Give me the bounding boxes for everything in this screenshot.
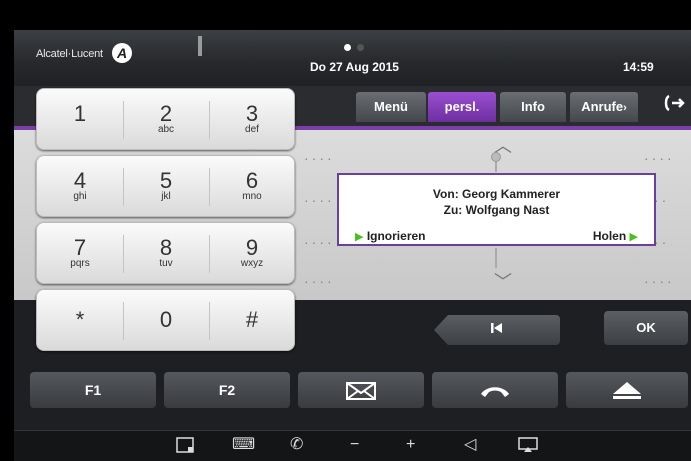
key-letters: abc — [157, 124, 175, 135]
key-6[interactable]: 6 mno — [209, 156, 295, 218]
key-4[interactable]: 4 ghi — [37, 156, 123, 218]
f1-label: F1 — [84, 382, 102, 398]
key-7[interactable]: 7 pqrs — [37, 223, 123, 285]
key-digit: 6 — [245, 168, 259, 193]
caller-to: Zu: Wolfgang Nast — [443, 203, 550, 217]
volume-down-icon[interactable]: − — [350, 437, 359, 453]
f1-button[interactable]: F1 — [30, 372, 156, 408]
play-icon: ▶ — [355, 231, 364, 243]
date-display: Do 27 Aug 2015 — [310, 60, 399, 74]
speaker-icon[interactable]: ◁ — [464, 437, 476, 453]
key-letters: jkl — [161, 191, 171, 202]
ignore-label: Ignorieren — [366, 229, 426, 243]
key-digit: 1 — [73, 101, 87, 126]
time-display: 14:59 — [623, 60, 654, 74]
status-header: Alcatel·Lucent A Do 27 Aug 2015 14:59 — [14, 30, 691, 86]
page-dot — [357, 44, 364, 51]
empty-slot-dots: ···· — [304, 192, 335, 208]
empty-slot-dots: ·· — [654, 192, 670, 208]
tab-info[interactable]: Info — [500, 92, 566, 122]
key-hash[interactable]: # — [209, 290, 295, 352]
f2-button[interactable]: F2 — [164, 372, 290, 408]
tab-calls-label: Anrufe — [581, 99, 624, 114]
keypad-row: 7 pqrs 8 tuv 9 wxyz — [36, 222, 295, 284]
scroll-thumb[interactable] — [491, 152, 501, 162]
key-3[interactable]: 3 def — [209, 89, 295, 151]
key-letters: pqrs — [70, 258, 90, 269]
page-dot-active — [344, 44, 351, 51]
key-8[interactable]: 8 tuv — [123, 223, 209, 285]
tab-personal-label: persl. — [444, 99, 480, 114]
key-digit: 7 — [73, 235, 87, 260]
dial-pad: 1 2 abc 3 def 4 ghi 5 jkl 6 mno 7 pqrs 8 tuv 9w… — [36, 88, 295, 352]
key-letters: mno — [242, 191, 262, 202]
header-divider — [198, 36, 202, 56]
call-pickup-popup: Von: Georg Kammerer Zu: Wolfgang Nast ▶ … — [337, 173, 656, 246]
hangup-icon — [479, 382, 511, 398]
key-letters: ghi — [73, 191, 87, 202]
hangup-button[interactable] — [432, 372, 558, 408]
eject-button[interactable] — [566, 372, 688, 408]
ok-label: OK — [636, 320, 656, 335]
empty-slot-dots: ···· — [644, 273, 675, 289]
brand-logo: A — [112, 43, 132, 63]
empty-slot-dots: ···· — [304, 273, 335, 289]
key-digit: 3 — [245, 101, 259, 126]
key-2[interactable]: 2 abc — [123, 89, 209, 151]
eject-icon — [611, 382, 643, 400]
keyboard-icon[interactable]: ⌨ — [232, 437, 255, 453]
key-letters: wxyz — [240, 258, 264, 269]
tab-personal[interactable]: persl. — [428, 92, 496, 122]
key-digit: 2 — [159, 101, 173, 126]
phone-screen: Alcatel·Lucent A Do 27 Aug 2015 14:59 Me… — [0, 0, 691, 461]
handset-icon[interactable]: ✆ — [290, 437, 303, 453]
key-digit: * — [75, 307, 85, 332]
f2-label: F2 — [218, 382, 236, 398]
empty-slot-dots: ·· — [654, 234, 670, 250]
play-icon: ▶ — [629, 231, 638, 243]
volume-up-icon[interactable]: + — [406, 437, 415, 453]
key-digit: 4 — [73, 168, 87, 193]
skip-back-icon — [490, 322, 504, 337]
envelope-icon — [346, 382, 376, 401]
tab-more-icon: › — [623, 102, 627, 114]
key-1[interactable]: 1 — [37, 89, 123, 151]
key-5[interactable]: 5 jkl — [123, 156, 209, 218]
key-star[interactable]: * — [37, 290, 123, 352]
empty-slot-dots: ···· — [644, 150, 675, 166]
key-digit: 0 — [159, 307, 173, 332]
key-digit: # — [245, 307, 259, 332]
tab-menu[interactable]: Menü — [356, 92, 426, 122]
window-icon[interactable] — [176, 437, 194, 457]
key-letters: def — [245, 124, 259, 135]
keypad-row: * 0 # — [36, 289, 295, 351]
key-0[interactable]: 0 — [123, 290, 209, 352]
system-icon-bar: ⌨ ✆ − + ◁ — [14, 430, 691, 461]
pickup-button[interactable]: Holen ▶ — [593, 229, 638, 243]
tab-info-label: Info — [521, 99, 545, 114]
page-indicator — [344, 38, 370, 56]
tab-menu-label: Menü — [374, 99, 408, 114]
key-digit: 9 — [245, 235, 259, 260]
keypad-row: 4 ghi 5 jkl 6 mno — [36, 155, 295, 217]
empty-slot-dots: ···· — [304, 234, 335, 250]
display-icon[interactable] — [518, 437, 538, 457]
key-digit: 8 — [159, 235, 173, 260]
key-letters: tuv — [159, 258, 173, 269]
messages-button[interactable] — [298, 372, 424, 408]
key-digit: 5 — [159, 168, 173, 193]
empty-slot-dots: ···· — [304, 150, 335, 166]
tab-calls[interactable]: Anrufe› — [570, 92, 638, 122]
scroll-down-icon[interactable]: ﹀ — [494, 268, 512, 294]
ok-button[interactable]: OK — [604, 311, 688, 345]
back-button[interactable] — [434, 315, 560, 345]
scroll-track — [495, 248, 497, 268]
brand-name: Alcatel·Lucent — [36, 48, 103, 60]
exit-arrow-icon[interactable] — [662, 94, 686, 117]
caller-from: Von: Georg Kammerer — [432, 187, 561, 201]
ignore-button[interactable]: ▶ Ignorieren — [355, 229, 426, 243]
key-9[interactable]: 9 wxyz — [209, 223, 295, 285]
pickup-label: Holen — [592, 229, 627, 243]
keypad-row: 1 2 abc 3 def — [36, 88, 295, 150]
